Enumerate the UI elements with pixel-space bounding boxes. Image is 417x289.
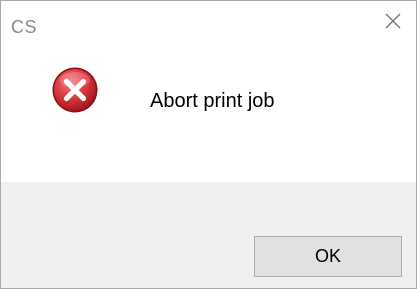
close-button[interactable] (370, 1, 416, 41)
close-icon (384, 12, 402, 30)
window-title: CS (11, 17, 38, 37)
ok-button[interactable]: OK (254, 236, 402, 277)
title-bar[interactable]: CS (1, 1, 416, 41)
dialog-message: Abort print job (150, 90, 275, 112)
error-icon (51, 66, 99, 114)
ok-button-label: OK (314, 246, 341, 266)
